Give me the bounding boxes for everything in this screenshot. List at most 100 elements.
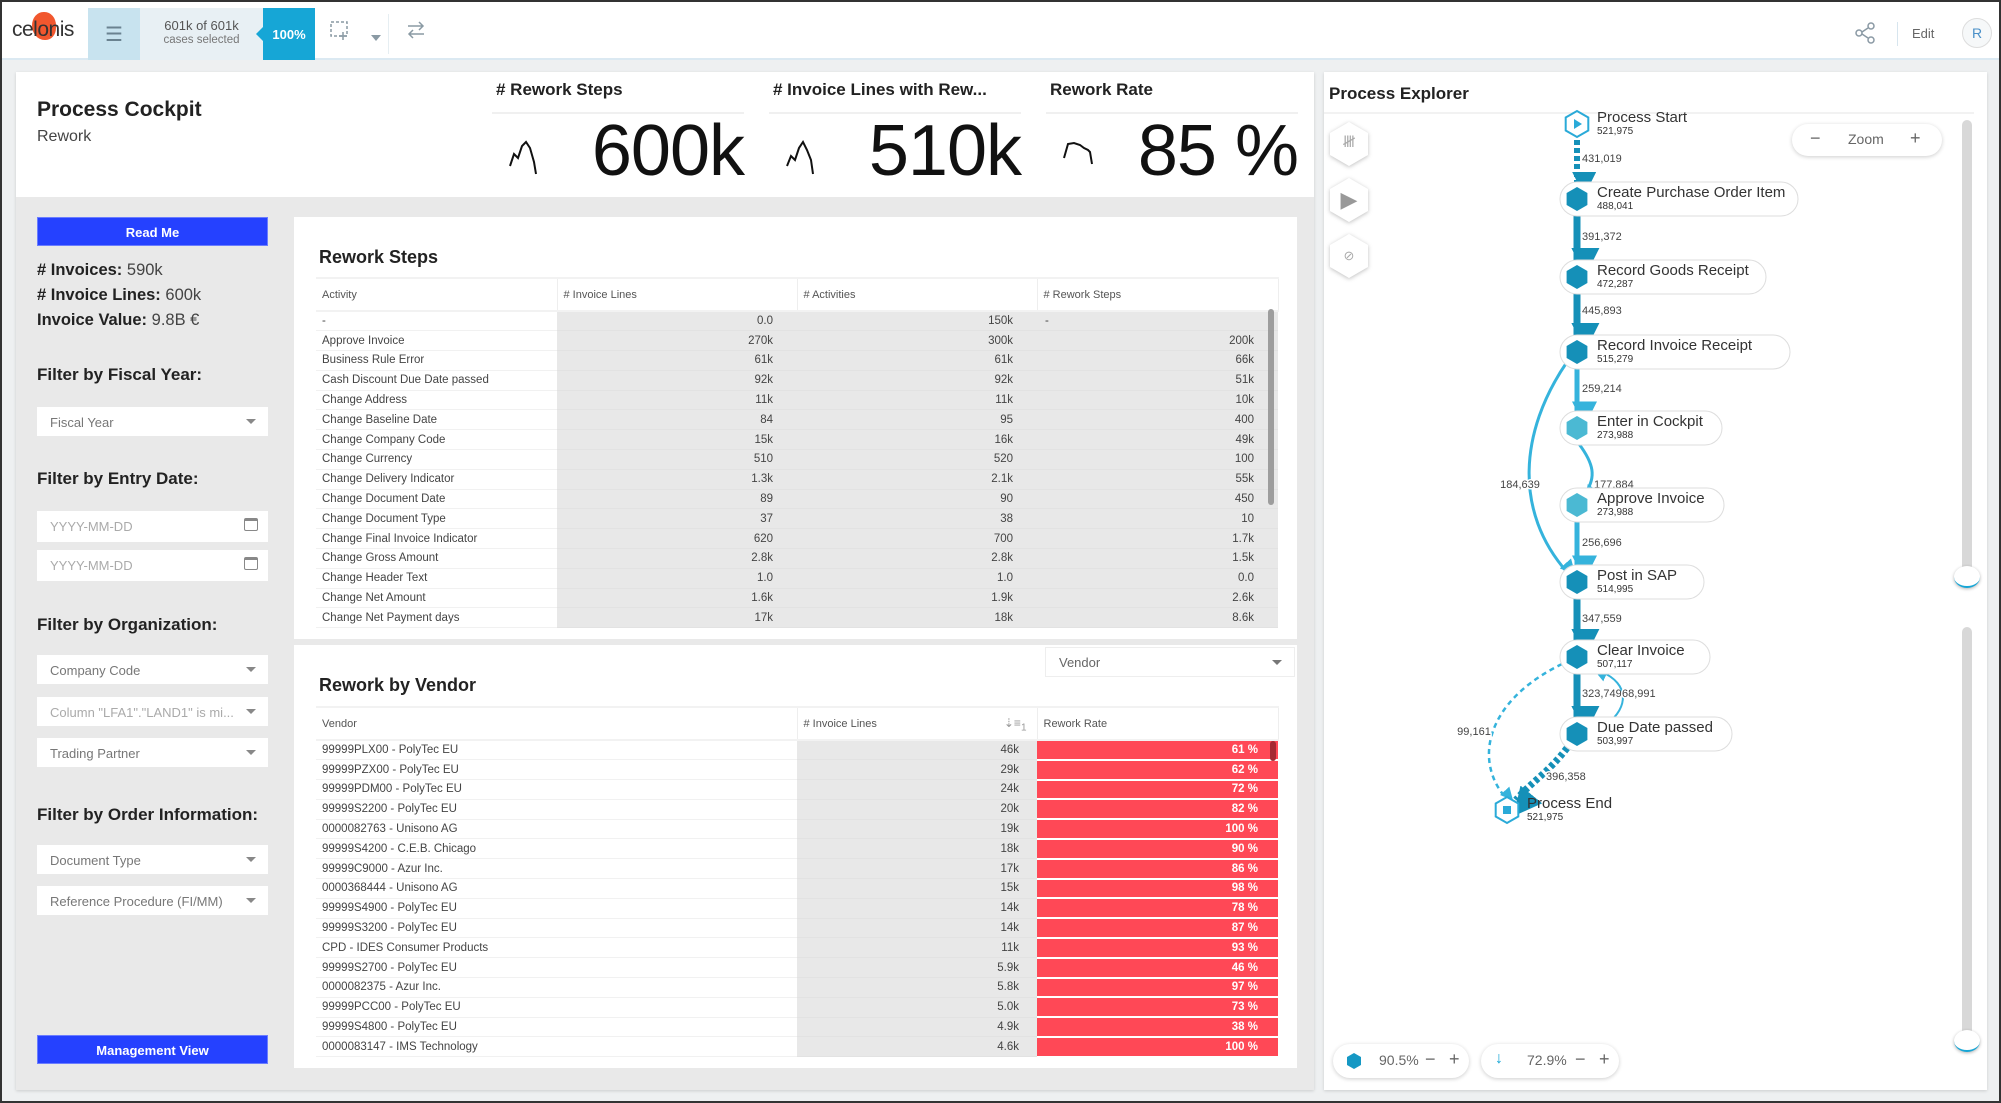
column-header-invoice-lines[interactable]: # Invoice Lines ⇣≡1	[797, 706, 1038, 741]
process-node-end[interactable]: Process End521,975	[1494, 795, 1612, 825]
table-row[interactable]: 0000368444 - Unisono AG 15k 98 %	[316, 878, 1278, 900]
column-header-vendor[interactable]: Vendor	[316, 706, 798, 741]
table-row[interactable]: Change Net Amount 1.6k 1.9k 2.6k	[316, 588, 1278, 609]
table-row[interactable]: CPD - IDES Consumer Products 11k 93 %	[316, 937, 1278, 959]
swap-icon[interactable]	[405, 20, 427, 45]
chevron-down-icon	[246, 667, 256, 672]
table-row[interactable]: Change Document Date 89 90 450	[316, 489, 1278, 510]
table-row[interactable]: Change Address 11k 11k 10k	[316, 390, 1278, 411]
cell-rework-rate: 72 %	[1037, 779, 1278, 801]
connection-decrease-button[interactable]: −	[1575, 1049, 1586, 1070]
table-row[interactable]: 0000082763 - Unisono AG 19k 100 %	[316, 819, 1278, 840]
read-me-button[interactable]: Read Me	[37, 217, 268, 246]
table-row[interactable]: 99999PDM00 - PolyTec EU 24k 72 %	[316, 779, 1278, 801]
cell-vendor: 99999PLX00 - PolyTec EU	[316, 740, 797, 761]
column-header-rework-steps[interactable]: # Rework Steps	[1037, 277, 1279, 312]
process-edge-rir-pis[interactable]	[1527, 361, 1576, 575]
process-edge-eic-ai[interactable]	[1577, 443, 1601, 501]
cell-vendor: 99999S4800 - PolyTec EU	[316, 1017, 797, 1038]
user-avatar[interactable]: R	[1962, 18, 1992, 48]
cell-activity: Change Delivery Indicator	[316, 469, 557, 490]
chevron-down-icon	[246, 857, 256, 862]
edit-button[interactable]: Edit	[1912, 26, 1934, 41]
edge-count-label: 431,019	[1582, 153, 1622, 165]
company-code-dropdown[interactable]: Company Code	[37, 655, 268, 684]
fiscal-year-dropdown[interactable]: Fiscal Year	[37, 407, 268, 436]
sort-descending-icon[interactable]: ⇣≡1	[1004, 716, 1027, 733]
table-row[interactable]: 0000083147 - IMS Technology 4.6k 100 %	[316, 1036, 1278, 1058]
column-header-activity[interactable]: Activity	[316, 277, 558, 312]
reference-procedure-dropdown[interactable]: Reference Procedure (FI/MM)	[37, 886, 268, 915]
table-row[interactable]: 99999PCC00 - PolyTec EU 5.0k 73 %	[316, 997, 1278, 1019]
table-row[interactable]: 99999PZX00 - PolyTec EU 29k 62 %	[316, 759, 1278, 781]
management-view-button[interactable]: Management View	[37, 1035, 268, 1064]
vendor-table-scrollbar[interactable]	[1270, 741, 1276, 761]
rework-steps-scrollbar[interactable]	[1268, 309, 1274, 505]
connection-increase-button[interactable]: +	[1599, 1049, 1610, 1070]
connection-slider-track[interactable]	[1962, 627, 1972, 1047]
table-row[interactable]: Change Header Text 1.0 1.0 0.0	[316, 568, 1278, 589]
process-node-eic[interactable]: Enter in Cockpit273,988	[1559, 410, 1723, 446]
process-node-rgr[interactable]: Record Goods Receipt472,287	[1559, 259, 1767, 295]
column-header-activities[interactable]: # Activities	[797, 277, 1038, 312]
zoom-in-button[interactable]: +	[1910, 128, 1921, 149]
calendar-icon[interactable]	[244, 518, 258, 531]
table-row[interactable]: 99999S2200 - PolyTec EU 20k 82 %	[316, 799, 1278, 821]
country-dropdown[interactable]: Column "LFA1"."LAND1" is mi...	[37, 697, 268, 726]
table-row[interactable]: 99999PLX00 - PolyTec EU 46k 61 %	[316, 740, 1278, 761]
table-row[interactable]: -0.0 150k -	[316, 311, 1278, 332]
process-node-ddp[interactable]: Due Date passed503,997	[1559, 716, 1733, 752]
zoom-out-button[interactable]: −	[1810, 128, 1821, 149]
process-node-cpoi[interactable]: Create Purchase Order Item488,041	[1559, 181, 1799, 217]
process-node-rir[interactable]: Record Invoice Receipt515,279	[1559, 334, 1791, 370]
cell-activities: 520	[797, 449, 1037, 470]
table-row[interactable]: 99999S3200 - PolyTec EU 14k 87 %	[316, 918, 1278, 939]
table-row[interactable]: Cash Discount Due Date passed 92k 92k 51k	[316, 370, 1278, 391]
cell-rework-steps: -	[1037, 311, 1278, 332]
table-row[interactable]: Change Baseline Date 84 95 400	[316, 409, 1278, 431]
entry-date-from-input[interactable]: YYYY-MM-DD	[37, 511, 268, 542]
activity-decrease-button[interactable]: −	[1425, 1049, 1436, 1070]
table-row[interactable]: Change Net Payment days 17k 18k 8.6k	[316, 607, 1278, 629]
process-node-ci[interactable]: Clear Invoice507,117	[1559, 639, 1711, 675]
selection-add-icon[interactable]	[329, 20, 351, 47]
table-row[interactable]: 99999C9000 - Azur Inc. 17k 86 %	[316, 858, 1278, 880]
table-row[interactable]: 99999S4900 - PolyTec EU 14k 78 %	[316, 898, 1278, 920]
table-row[interactable]: Change Company Code 15k 16k 49k	[316, 429, 1278, 451]
process-node-start[interactable]: Process Start521,975	[1564, 109, 1688, 139]
table-row[interactable]: Change Currency 510 520 100	[316, 449, 1278, 470]
table-row[interactable]: Business Rule Error 61k 61k 66k	[316, 350, 1278, 371]
cell-rework-steps: 0.0	[1037, 568, 1278, 589]
table-row[interactable]: 99999S4800 - PolyTec EU 4.9k 38 %	[316, 1017, 1278, 1038]
process-node-pis[interactable]: Post in SAP514,995	[1559, 564, 1705, 600]
activity-increase-button[interactable]: +	[1449, 1049, 1460, 1070]
table-row[interactable]: 0000082375 - Azur Inc. 5.8k 97 %	[316, 977, 1278, 999]
process-explorer-panel: Process Explorer 𝍸 ▶ ⊘ 431,019 391,372 445…	[1324, 72, 1987, 1090]
table-row[interactable]: Change Delivery Indicator 1.3k 2.1k 55k	[316, 469, 1278, 490]
edge-count-label: 68,991	[1622, 688, 1656, 700]
trading-partner-dropdown[interactable]: Trading Partner	[37, 738, 268, 767]
table-row[interactable]: 99999S2700 - PolyTec EU 5.9k 46 %	[316, 957, 1278, 979]
activity-slider-track[interactable]	[1962, 120, 1972, 582]
menu-button[interactable]: ☰	[88, 8, 140, 60]
case-selection[interactable]: 601k of 601k cases selected	[140, 8, 263, 60]
selection-dropdown-icon[interactable]	[370, 26, 382, 47]
share-icon[interactable]	[1854, 22, 1876, 49]
table-row[interactable]: Change Document Type 37 38 10	[316, 508, 1278, 530]
table-row[interactable]: Change Final Invoice Indicator 620 700 1.7k	[316, 528, 1278, 550]
celonis-logo[interactable]: celonis	[12, 12, 74, 42]
connection-slider-knob[interactable]	[1954, 1030, 1980, 1052]
vendor-group-dropdown[interactable]: Vendor	[1045, 647, 1295, 677]
table-row[interactable]: Change Gross Amount 2.8k 2.8k 1.5k	[316, 548, 1278, 569]
cell-vendor: 0000368444 - Unisono AG	[316, 878, 797, 899]
node-count: 507,117	[1597, 659, 1633, 670]
document-type-dropdown[interactable]: Document Type	[37, 845, 268, 874]
column-header-invoice-lines[interactable]: # Invoice Lines	[557, 277, 798, 312]
table-row[interactable]: 99999S4200 - C.E.B. Chicago 18k 90 %	[316, 838, 1278, 860]
table-row[interactable]: Approve Invoice 270k 300k 200k	[316, 330, 1278, 352]
process-node-ai[interactable]: Approve Invoice273,988	[1559, 487, 1725, 523]
activity-slider-knob[interactable]	[1954, 566, 1980, 588]
column-header-rework-rate[interactable]: Rework Rate	[1037, 706, 1279, 741]
calendar-icon[interactable]	[244, 557, 258, 570]
entry-date-to-input[interactable]: YYYY-MM-DD	[37, 550, 268, 581]
